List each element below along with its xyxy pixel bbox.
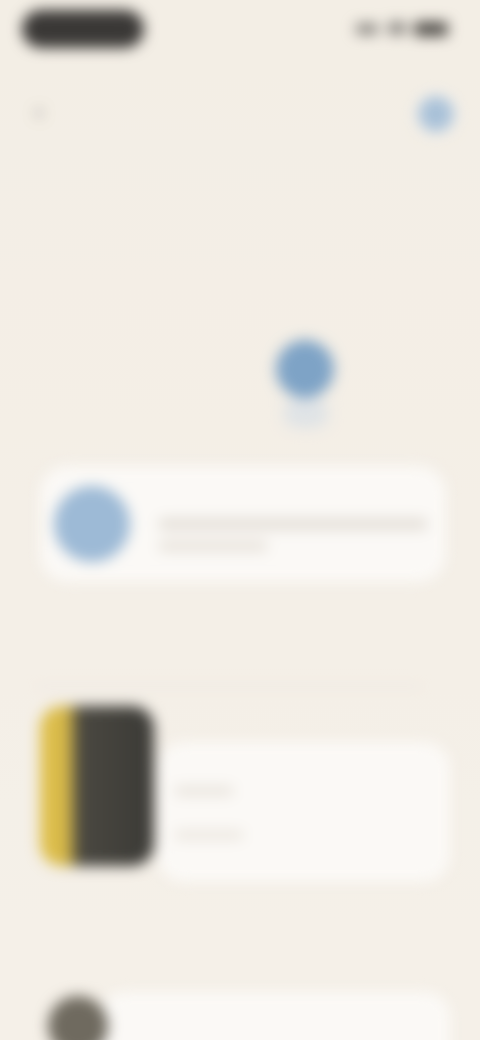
dynamic-island (22, 10, 144, 48)
featured-meta (174, 786, 234, 796)
assistant-description-line (158, 518, 428, 530)
location-pin-icon[interactable] (276, 340, 334, 398)
avatar (54, 486, 130, 562)
divider (34, 686, 424, 687)
blurred-content: ‹ (0, 0, 480, 1040)
battery-icon (414, 22, 448, 36)
section-label (34, 938, 134, 954)
list-item-thumbnail (48, 996, 108, 1040)
status-icons (356, 18, 452, 38)
profile-icon[interactable] (414, 92, 458, 136)
featured-meta (174, 830, 244, 840)
assistant-card[interactable] (40, 466, 446, 582)
page-title (26, 224, 266, 258)
wifi-icon (388, 22, 406, 34)
featured-thumbnail (40, 706, 154, 866)
signal-icon (356, 24, 378, 34)
page-subtitle (26, 266, 316, 284)
assistant-name (158, 490, 278, 506)
section-label (34, 628, 134, 644)
featured-card[interactable] (40, 706, 450, 882)
list-item-body (100, 992, 450, 1040)
pin-shadow (284, 398, 328, 428)
assistant-description-line (158, 540, 268, 552)
map-label (230, 318, 270, 332)
app-screen: ‹ (0, 0, 480, 1040)
back-button[interactable]: ‹ (26, 100, 52, 123)
featured-title (174, 752, 374, 770)
list-item[interactable] (40, 980, 450, 1040)
